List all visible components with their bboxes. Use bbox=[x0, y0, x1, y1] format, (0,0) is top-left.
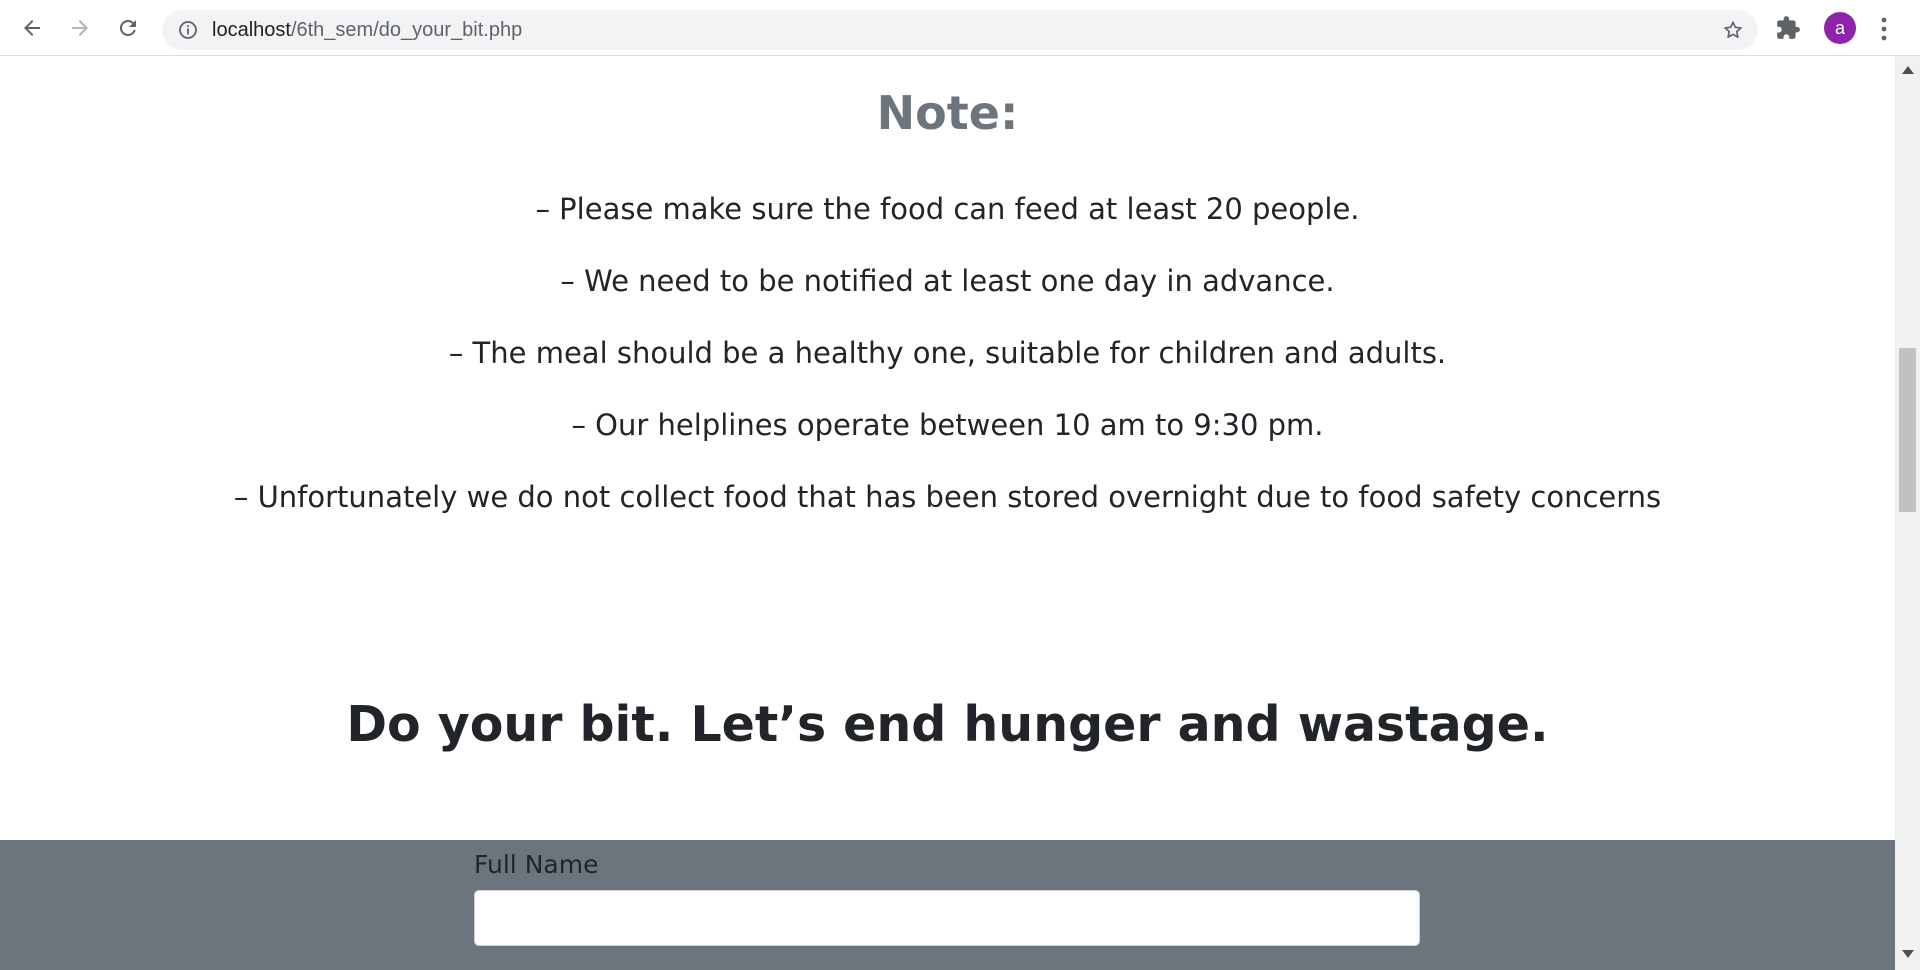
reload-icon bbox=[119, 19, 136, 36]
page-content: Note: – Please make sure the food can fe… bbox=[0, 56, 1895, 970]
note-heading: Note: bbox=[876, 86, 1019, 140]
back-button[interactable] bbox=[14, 10, 50, 46]
arrow-right-icon bbox=[72, 20, 88, 36]
browser-toolbar: localhost/6th_sem/do_your_bit.php a bbox=[0, 0, 1920, 56]
url-host: localhost bbox=[212, 19, 291, 41]
extensions-puzzle-icon[interactable] bbox=[1775, 15, 1801, 41]
bookmark-star-icon[interactable] bbox=[1722, 19, 1744, 41]
address-bar[interactable]: localhost/6th_sem/do_your_bit.php bbox=[162, 10, 1758, 50]
scroll-down-arrow-icon[interactable] bbox=[1902, 950, 1914, 958]
info-icon[interactable] bbox=[178, 20, 198, 40]
scrollbar-thumb[interactable] bbox=[1899, 348, 1916, 512]
note-item: – Please make sure the food can feed at … bbox=[535, 192, 1360, 226]
url-text[interactable]: localhost/6th_sem/do_your_bit.php bbox=[212, 10, 522, 50]
note-item: – We need to be notified at least one da… bbox=[560, 264, 1335, 298]
vertical-scrollbar[interactable] bbox=[1895, 56, 1920, 970]
note-item: – Unfortunately we do not collect food t… bbox=[233, 480, 1662, 514]
tagline-heading: Do your bit. Let’s end hunger and wastag… bbox=[346, 696, 1549, 753]
forward-button[interactable] bbox=[62, 10, 98, 46]
note-item: – The meal should be a healthy one, suit… bbox=[448, 336, 1447, 370]
arrow-left-icon bbox=[24, 20, 40, 36]
donation-form-section: Full Name bbox=[0, 840, 1895, 970]
url-path: /6th_sem/do_your_bit.php bbox=[290, 19, 523, 41]
full-name-label: Full Name bbox=[474, 850, 599, 879]
reload-button[interactable] bbox=[110, 10, 146, 46]
note-item: – Our helplines operate between 10 am to… bbox=[571, 408, 1324, 442]
profile-avatar[interactable]: a bbox=[1824, 12, 1856, 44]
scroll-up-arrow-icon[interactable] bbox=[1902, 66, 1914, 74]
full-name-input[interactable] bbox=[474, 890, 1420, 946]
kebab-menu-icon[interactable] bbox=[1878, 16, 1890, 42]
